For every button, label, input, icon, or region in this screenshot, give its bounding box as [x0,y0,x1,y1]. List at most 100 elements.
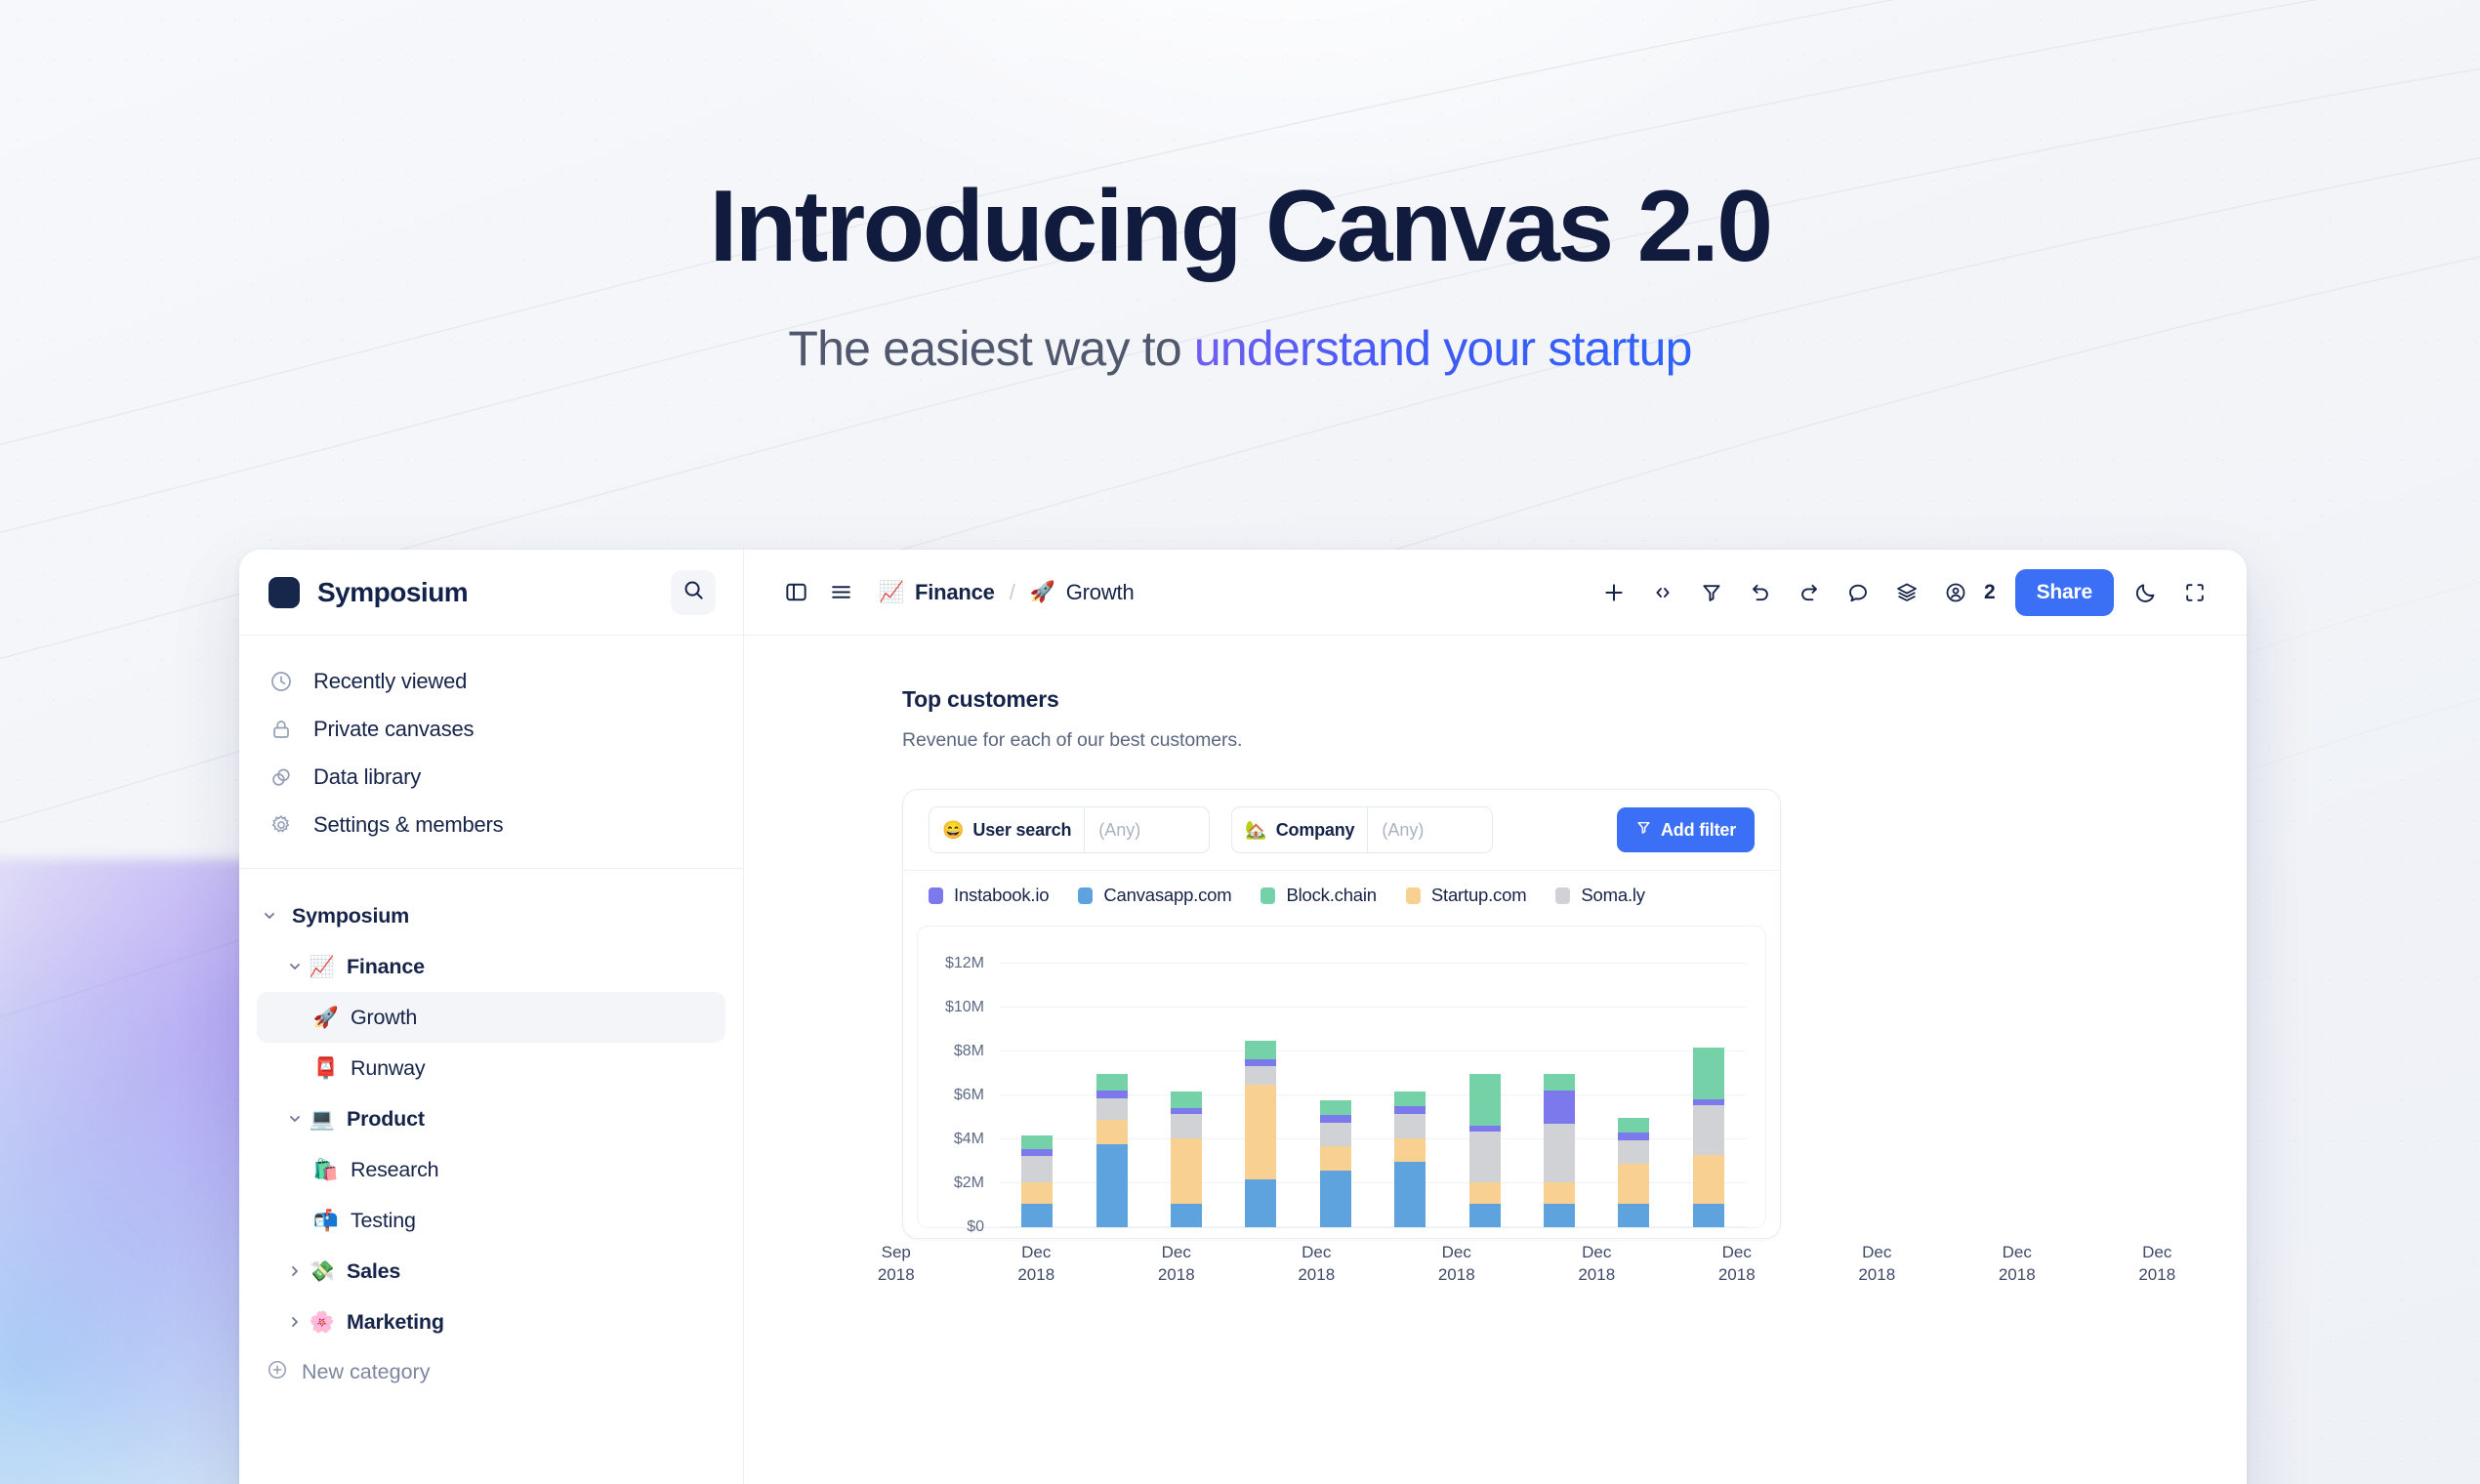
bar-segment[interactable] [1618,1118,1649,1134]
bar-segment[interactable] [1021,1149,1053,1156]
bar-segment[interactable] [1693,1048,1724,1099]
bar-segment[interactable] [1544,1124,1575,1182]
chevron-right-icon[interactable] [282,1263,308,1279]
chart-bar[interactable] [1320,1100,1351,1227]
bar-segment[interactable] [1021,1182,1053,1204]
moon-icon[interactable] [2124,570,2169,615]
fullscreen-icon[interactable] [2172,570,2217,615]
undo-icon[interactable] [1738,570,1783,615]
bar-segment[interactable] [1245,1179,1276,1227]
bar-segment[interactable] [1544,1091,1575,1125]
bar-segment[interactable] [1171,1204,1202,1227]
breadcrumb-item-finance[interactable]: 📈 Finance [879,580,995,605]
bar-segment[interactable] [1544,1204,1575,1227]
filter-user-search[interactable]: 😄 User search (Any) [929,806,1210,853]
bar-segment[interactable] [1394,1106,1426,1114]
tree-item-symposium[interactable]: Symposium [257,890,725,941]
hamburger-menu-icon[interactable] [818,570,863,615]
speech-bubble-icon[interactable] [1836,570,1881,615]
person-circle-icon[interactable] [1933,570,1978,615]
bar-segment[interactable] [1618,1204,1649,1227]
bar-segment[interactable] [1469,1204,1501,1227]
bar-segment[interactable] [1469,1074,1501,1126]
breadcrumb-item-growth[interactable]: 🚀 Growth [1030,580,1135,605]
tree-item-runway[interactable]: 📮 Runway [257,1043,725,1093]
bar-segment[interactable] [1096,1091,1128,1098]
bar-segment[interactable] [1618,1133,1649,1140]
bar-segment[interactable] [1245,1066,1276,1085]
new-category-button[interactable]: New category [257,1347,725,1396]
chevron-down-icon[interactable] [257,908,282,924]
bar-segment[interactable] [1394,1114,1426,1138]
bar-segment[interactable] [1320,1115,1351,1123]
sidebar-item-recently-viewed[interactable]: Recently viewed [239,657,743,705]
bar-segment[interactable] [1320,1146,1351,1171]
bar-segment[interactable] [1693,1099,1724,1106]
bar-segment[interactable] [1544,1074,1575,1091]
bar-segment[interactable] [1693,1155,1724,1205]
bar-segment[interactable] [1394,1162,1426,1227]
filter-value-input[interactable]: (Any) [1084,807,1209,852]
chevron-down-icon[interactable] [282,959,308,974]
chart-bar[interactable] [1469,1074,1501,1227]
bar-segment[interactable] [1021,1135,1053,1150]
bar-segment[interactable] [1096,1074,1128,1091]
bar-segment[interactable] [1320,1123,1351,1146]
chevron-right-icon[interactable] [282,1314,308,1330]
bar-segment[interactable] [1320,1171,1351,1227]
tree-item-growth[interactable]: 🚀 Growth [257,992,725,1043]
tree-item-testing[interactable]: 📬 Testing [257,1195,725,1246]
add-filter-button[interactable]: Add filter [1617,807,1755,852]
tree-item-product[interactable]: 💻 Product [257,1093,725,1144]
sidebar-item-data-library[interactable]: Data library [239,753,743,801]
bar-segment[interactable] [1320,1100,1351,1116]
bar-segment[interactable] [1171,1114,1202,1138]
bar-segment[interactable] [1394,1138,1426,1162]
chart-bar[interactable] [1021,1135,1053,1227]
plus-icon[interactable] [1591,570,1636,615]
bar-segment[interactable] [1618,1164,1649,1205]
tree-item-finance[interactable]: 📈 Finance [257,941,725,992]
legend-item[interactable]: Block.chain [1261,885,1376,906]
bar-segment[interactable] [1096,1144,1128,1227]
legend-item[interactable]: Soma.ly [1555,885,1644,906]
bar-segment[interactable] [1096,1098,1128,1120]
bar-segment[interactable] [1171,1092,1202,1108]
panel-toggle-icon[interactable] [773,570,818,615]
chart-bar[interactable] [1171,1092,1202,1227]
filter-company[interactable]: 🏡 Company (Any) [1231,806,1493,853]
bar-segment[interactable] [1469,1182,1501,1204]
chart-bar[interactable] [1693,1048,1724,1227]
bar-segment[interactable] [1693,1204,1724,1227]
search-button[interactable] [671,570,716,615]
chevron-down-icon[interactable] [282,1111,308,1127]
legend-item[interactable]: Startup.com [1406,885,1527,906]
legend-item[interactable]: Canvasapp.com [1078,885,1231,906]
chart-bar[interactable] [1544,1074,1575,1227]
layers-stack-icon[interactable] [1884,570,1929,615]
sidebar-item-settings-members[interactable]: Settings & members [239,801,743,848]
code-brackets-icon[interactable] [1640,570,1685,615]
bar-segment[interactable] [1469,1132,1501,1182]
chart-bar[interactable] [1096,1074,1128,1227]
bar-segment[interactable] [1245,1041,1276,1059]
sidebar-item-private-canvases[interactable]: Private canvases [239,705,743,753]
workspace-name[interactable]: Symposium [317,577,671,608]
tree-item-research[interactable]: 🛍️ Research [257,1144,725,1195]
bar-segment[interactable] [1021,1156,1053,1182]
bar-segment[interactable] [1245,1059,1276,1066]
bar-segment[interactable] [1394,1092,1426,1107]
redo-icon[interactable] [1787,570,1832,615]
share-button[interactable]: Share [2015,569,2114,616]
bar-segment[interactable] [1171,1138,1202,1204]
legend-item[interactable]: Instabook.io [929,885,1049,906]
bar-segment[interactable] [1693,1105,1724,1155]
chart-bar[interactable] [1245,1041,1276,1227]
tree-item-sales[interactable]: 💸 Sales [257,1246,725,1297]
filter-value-input[interactable]: (Any) [1367,807,1492,852]
chart-bar[interactable] [1618,1118,1649,1227]
bar-segment[interactable] [1171,1108,1202,1115]
bar-segment[interactable] [1469,1126,1501,1133]
bar-segment[interactable] [1021,1204,1053,1227]
funnel-icon[interactable] [1689,570,1734,615]
